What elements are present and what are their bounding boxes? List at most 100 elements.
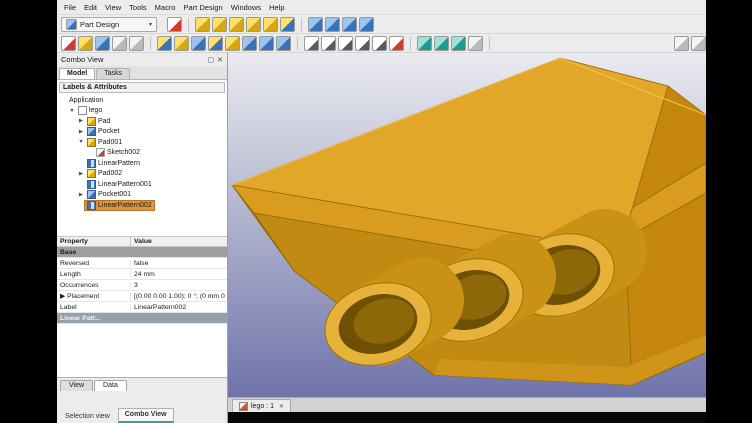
tab-view[interactable]: View: [60, 380, 93, 391]
hole-icon[interactable]: [325, 17, 340, 32]
combo-view-title: Combo View: [61, 55, 103, 64]
workbench-selector-label: Part Design: [80, 20, 119, 29]
fit-all-icon[interactable]: [691, 36, 706, 51]
collapse-arrow-icon[interactable]: ▼: [68, 108, 76, 114]
menu-part-design[interactable]: Part Design: [180, 2, 227, 13]
menu-file[interactable]: File: [60, 2, 80, 13]
sketch-rectangle-icon[interactable]: [372, 36, 387, 51]
tree-item-application[interactable]: Application: [57, 95, 227, 106]
isometric-view-icon[interactable]: [674, 36, 689, 51]
menu-tools[interactable]: Tools: [125, 2, 151, 13]
sketch-polyline-icon[interactable]: [355, 36, 370, 51]
menu-help[interactable]: Help: [265, 2, 288, 13]
3d-viewport[interactable]: [228, 53, 706, 397]
linear-pattern-icon: [87, 180, 96, 189]
close-panel-icon[interactable]: ✕: [217, 56, 223, 64]
toolbar-separator: [150, 37, 151, 50]
menubar: FileEditViewToolsMacroPart DesignWindows…: [57, 0, 706, 15]
pad-icon[interactable]: [195, 17, 210, 32]
tab-data[interactable]: Data: [94, 380, 127, 391]
value-column-header: Value: [131, 237, 155, 246]
pocket-icon: [87, 190, 96, 199]
tree-item-pocket001[interactable]: ▶Pocket001: [57, 190, 227, 201]
workbench-selector[interactable]: Part Design ▾: [61, 17, 157, 32]
tree-item-linearpattern002[interactable]: LinearPattern002: [57, 200, 227, 211]
property-group-linear-patt[interactable]: Linear Patt...: [57, 313, 227, 324]
freecad-document-icon: [239, 402, 248, 411]
tree-item-pad001[interactable]: ▼Pad001: [57, 137, 227, 148]
measure-distance-icon[interactable]: [417, 36, 432, 51]
additive-pipe-icon[interactable]: [246, 17, 261, 32]
paste-icon[interactable]: [129, 36, 144, 51]
groove-icon[interactable]: [342, 17, 357, 32]
statusbar-tab-selection-view[interactable]: Selection view: [59, 411, 116, 423]
dock-tab-bar: Selection viewCombo View: [57, 405, 228, 423]
menu-edit[interactable]: Edit: [80, 2, 101, 13]
create-sketch-icon[interactable]: [167, 17, 182, 32]
statusbar-tab-combo-view[interactable]: Combo View: [118, 408, 174, 423]
expand-arrow-icon[interactable]: ▶: [77, 171, 85, 177]
tree-item-linearpattern[interactable]: LinearPattern: [57, 158, 227, 169]
tree-item-lego[interactable]: ▼lego: [57, 106, 227, 117]
subtractive-loft-icon[interactable]: [359, 17, 374, 32]
additive-helix-icon[interactable]: [263, 17, 278, 32]
expand-arrow-icon[interactable]: ▶: [77, 192, 85, 198]
property-row-reversed[interactable]: Reversedfalse: [57, 258, 227, 269]
property-editor-header: Property Value: [57, 236, 227, 247]
menu-windows[interactable]: Windows: [227, 2, 265, 13]
sketch-constraint-icon[interactable]: [389, 36, 404, 51]
part-cylinder-icon[interactable]: [174, 36, 189, 51]
part-cone-icon[interactable]: [208, 36, 223, 51]
tree-item-sketch002[interactable]: Sketch002: [57, 148, 227, 159]
viewport-bottom-strip: [228, 412, 706, 423]
3d-viewport-canvas[interactable]: [228, 53, 706, 397]
property-row-occurrences[interactable]: Occurrences3: [57, 280, 227, 291]
toolbar-separator: [410, 37, 411, 50]
collapse-arrow-icon[interactable]: ▼: [77, 139, 85, 145]
boolean-intersection-icon[interactable]: [276, 36, 291, 51]
new-document-icon[interactable]: [61, 36, 76, 51]
boolean-operation-icon[interactable]: [280, 17, 295, 32]
part-box-icon[interactable]: [157, 36, 172, 51]
property-group-base[interactable]: Base: [57, 247, 227, 258]
linear-pattern-icon: [87, 159, 96, 168]
menu-view[interactable]: View: [101, 2, 125, 13]
boolean-cut-icon[interactable]: [259, 36, 274, 51]
property-row-placement[interactable]: ▶ Placement[(0.00 0.00 1.00); 0 °; (0 mm…: [57, 291, 227, 302]
boolean-union-icon[interactable]: [242, 36, 257, 51]
document-tab-lego[interactable]: lego : 1 ✕: [232, 399, 291, 412]
open-icon[interactable]: [78, 36, 93, 51]
part-sphere-icon[interactable]: [191, 36, 206, 51]
sketch-circle-icon[interactable]: [321, 36, 336, 51]
save-icon[interactable]: [95, 36, 110, 51]
close-document-icon[interactable]: ✕: [279, 403, 284, 410]
linear-pattern-icon: [87, 201, 96, 210]
model-tree: Application▼lego▶Pad▶Pocket▼Pad001Sketch…: [57, 95, 227, 211]
part-design-workbench-icon: [66, 19, 77, 30]
tree-item-pocket[interactable]: ▶Pocket: [57, 127, 227, 138]
measure-clear-icon[interactable]: [468, 36, 483, 51]
tree-item-pad[interactable]: ▶Pad: [57, 116, 227, 127]
float-panel-icon[interactable]: ▢: [208, 56, 215, 64]
tab-model[interactable]: Model: [59, 68, 95, 79]
sketch-arc-icon[interactable]: [338, 36, 353, 51]
menu-macro[interactable]: Macro: [151, 2, 180, 13]
tab-tasks[interactable]: Tasks: [96, 68, 130, 79]
measure-angle-icon[interactable]: [434, 36, 449, 51]
expand-arrow-icon[interactable]: ▶: [77, 129, 85, 135]
measure-refresh-icon[interactable]: [451, 36, 466, 51]
revolution-icon[interactable]: [212, 17, 227, 32]
expand-arrow-icon[interactable]: ▶: [77, 118, 85, 124]
pad-icon: [87, 117, 96, 126]
copy-icon[interactable]: [112, 36, 127, 51]
tree-item-pad002[interactable]: ▶Pad002: [57, 169, 227, 180]
pocket-icon[interactable]: [308, 17, 323, 32]
property-row-label[interactable]: LabelLinearPattern002: [57, 302, 227, 313]
additive-loft-icon[interactable]: [229, 17, 244, 32]
toolbar-row-2: [57, 34, 706, 53]
sketch-line-icon[interactable]: [304, 36, 319, 51]
tree-item-linearpattern001[interactable]: LinearPattern001: [57, 179, 227, 190]
property-row-length[interactable]: Length24 mm: [57, 269, 227, 280]
toolbar-separator: [297, 37, 298, 50]
part-torus-icon[interactable]: [225, 36, 240, 51]
